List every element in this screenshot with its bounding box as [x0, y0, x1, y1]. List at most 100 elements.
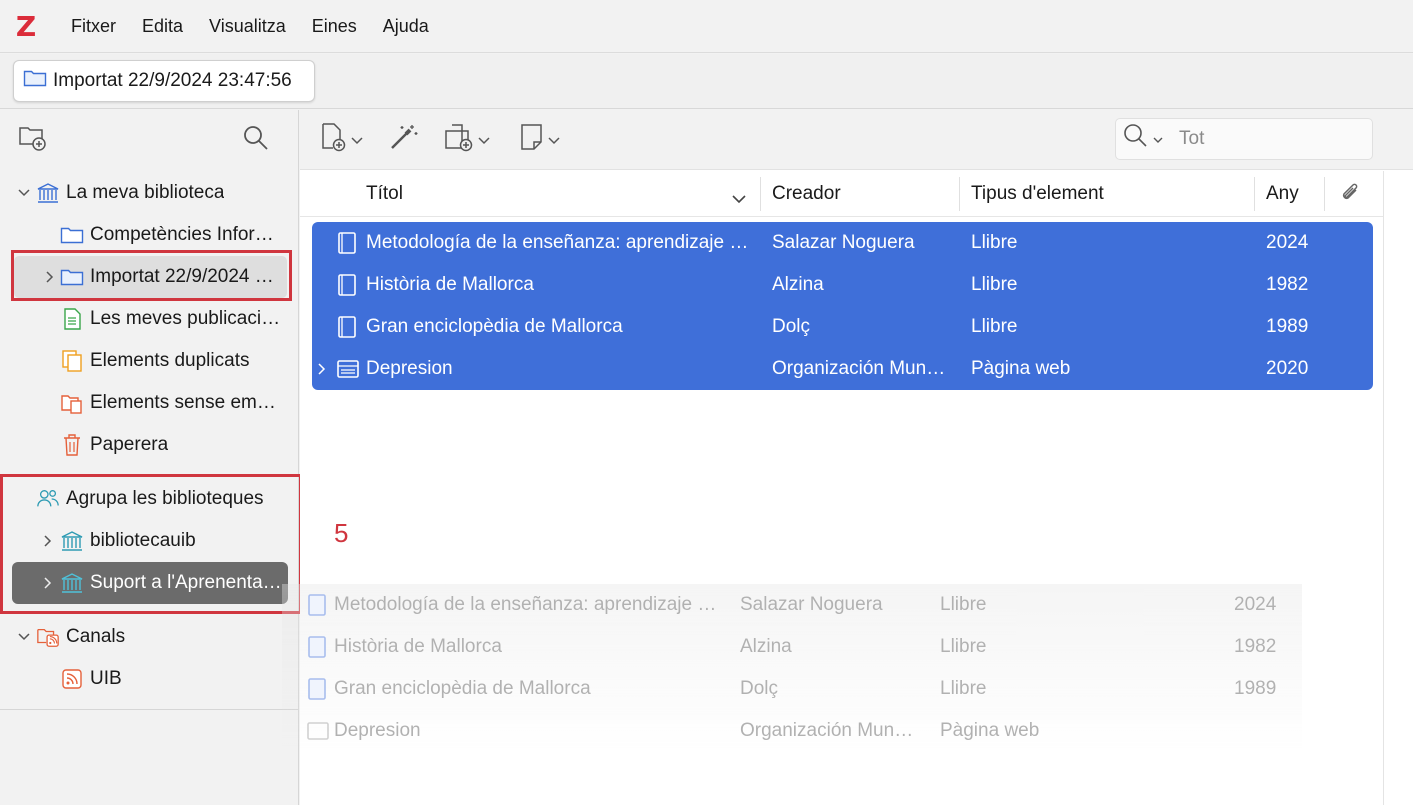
cell-creator: Alzina	[772, 274, 824, 295]
feed-icon	[60, 667, 84, 691]
feeds-folder-icon	[36, 625, 60, 649]
new-item-button[interactable]	[320, 122, 363, 158]
collections-toolbar	[0, 110, 298, 170]
chevron-right-icon[interactable]	[42, 269, 58, 285]
chevron-down-icon	[548, 129, 560, 151]
items-list: Metodología de la enseñanza: aprendizaje…	[312, 222, 1373, 390]
chevron-down-icon	[478, 129, 490, 151]
collections-pane: La meva biblioteca Competències Infor… I…	[0, 110, 299, 805]
new-collection-button[interactable]	[16, 124, 50, 158]
cell-year: 1982	[1266, 274, 1309, 295]
groups-icon	[36, 487, 60, 511]
tree-trash[interactable]: Paperera	[0, 424, 299, 466]
table-row[interactable]: Metodología de la enseñanza: aprendizaje…	[312, 222, 1373, 264]
menu-bar: Z Fitxer Edita Visualitza Eines Ajuda	[0, 0, 1413, 53]
tree-duplicates[interactable]: Elements duplicats	[0, 340, 299, 382]
book-icon	[336, 264, 358, 306]
filter-collections-button[interactable]	[239, 124, 273, 158]
tree-unfiled[interactable]: Elements sense emp…	[0, 382, 299, 424]
book-icon	[336, 306, 358, 348]
tree-label: Elements sense emp…	[90, 392, 282, 413]
folder-icon	[23, 68, 47, 94]
column-separator[interactable]	[1254, 177, 1255, 211]
tree-label: Agrupa les biblioteques	[66, 488, 264, 509]
column-title-label: Títol	[366, 183, 403, 204]
cell-title: Història de Mallorca	[366, 274, 534, 295]
attachment-add-icon	[443, 122, 475, 158]
duplicate-icon	[60, 349, 84, 373]
search-mode-chevron-icon[interactable]	[1153, 128, 1163, 150]
chevron-right-icon[interactable]	[318, 348, 326, 390]
search-icon[interactable]	[1123, 123, 1149, 155]
search-box[interactable]	[1115, 118, 1373, 160]
column-creator[interactable]: Creador	[772, 171, 841, 217]
cell-year: 1989	[1266, 316, 1309, 337]
cell-type: Llibre	[971, 232, 1018, 253]
search-icon	[242, 124, 270, 158]
table-row[interactable]: Història de Mallorca Alzina Llibre 1982	[312, 264, 1373, 306]
cell-type: Llibre	[971, 274, 1018, 295]
column-separator[interactable]	[760, 177, 761, 211]
tab-bar: Importat 22/9/2024 23:47:56	[0, 54, 1413, 109]
tree-label: bibliotecauib	[90, 530, 196, 551]
chevron-down-icon[interactable]	[16, 629, 32, 645]
cell-type: Pàgina web	[971, 358, 1071, 379]
tree-group-suport[interactable]: Suport a l'Aprenenta…	[12, 562, 288, 604]
search-input[interactable]	[1179, 128, 1349, 150]
zotero-logo: Z	[15, 9, 37, 43]
tab-label: Importat 22/9/2024 23:47:56	[53, 70, 292, 91]
tree-label: Paperera	[90, 434, 169, 455]
unfiled-icon	[60, 391, 84, 415]
table-row[interactable]: Depresion Organización Mun… Pàgina web 2…	[312, 348, 1373, 390]
column-item-type[interactable]: Tipus d'element	[971, 171, 1104, 217]
tree-group-libraries-header: Agrupa les biblioteques	[0, 478, 299, 520]
chevron-down-icon	[351, 129, 363, 151]
column-year[interactable]: Any	[1266, 171, 1299, 217]
tab-library[interactable]: Importat 22/9/2024 23:47:56	[13, 60, 315, 102]
new-attachment-button[interactable]	[443, 122, 490, 158]
cell-year: 2024	[1266, 232, 1309, 253]
folder-icon	[60, 265, 84, 289]
step-annotation: 5	[334, 518, 349, 548]
new-item-icon	[320, 122, 348, 158]
chevron-right-icon[interactable]	[40, 575, 56, 591]
table-row[interactable]: Gran enciclopèdia de Mallorca Dolç Llibr…	[312, 306, 1373, 348]
menu-file[interactable]: Fitxer	[58, 16, 129, 37]
column-separator[interactable]	[959, 177, 960, 211]
tree-feeds[interactable]: Canals	[0, 616, 299, 658]
tree-collection-imported[interactable]: Importat 22/9/2024 …	[14, 256, 287, 298]
column-item-type-label: Tipus d'element	[971, 183, 1104, 204]
folder-icon	[60, 223, 84, 247]
tree-label: Suport a l'Aprenenta…	[90, 572, 282, 593]
chevron-down-icon[interactable]	[16, 185, 32, 201]
vertical-scrollbar-track[interactable]	[1383, 171, 1384, 805]
tree-collection-competencies[interactable]: Competències Infor…	[0, 214, 299, 256]
magic-wand-icon	[388, 122, 420, 158]
tree-my-publications[interactable]: Les meves publicaci…	[0, 298, 299, 340]
book-icon	[336, 222, 358, 264]
cell-title: Depresion	[366, 358, 453, 379]
group-library-icon	[60, 571, 84, 595]
chevron-right-icon[interactable]	[40, 533, 56, 549]
new-collection-icon	[18, 124, 48, 158]
library-icon	[36, 181, 60, 205]
menu-view[interactable]: Visualitza	[196, 16, 299, 37]
menu-help[interactable]: Ajuda	[370, 16, 442, 37]
trash-icon	[60, 433, 84, 457]
menu-edit[interactable]: Edita	[129, 16, 196, 37]
menu-tools[interactable]: Eines	[299, 16, 370, 37]
sort-chevron-icon[interactable]	[732, 188, 746, 210]
column-separator[interactable]	[1324, 177, 1325, 211]
column-creator-label: Creador	[772, 183, 841, 204]
paperclip-icon[interactable]	[1338, 182, 1362, 212]
column-title[interactable]: Títol	[366, 171, 746, 217]
tree-group-bibliotecauib[interactable]: bibliotecauib	[0, 520, 299, 562]
tree-my-library[interactable]: La meva biblioteca	[0, 172, 299, 214]
add-by-identifier-button[interactable]	[388, 122, 420, 158]
cell-creator: Organización Mun…	[772, 358, 946, 379]
items-pane: Títol Creador Tipus d'element Any Metodo…	[300, 110, 1413, 805]
tree-label: Elements duplicats	[90, 350, 250, 371]
new-note-button[interactable]	[519, 122, 560, 158]
tree-feed-uib[interactable]: UIB	[0, 658, 299, 700]
tree-label: Competències Infor…	[90, 224, 274, 245]
